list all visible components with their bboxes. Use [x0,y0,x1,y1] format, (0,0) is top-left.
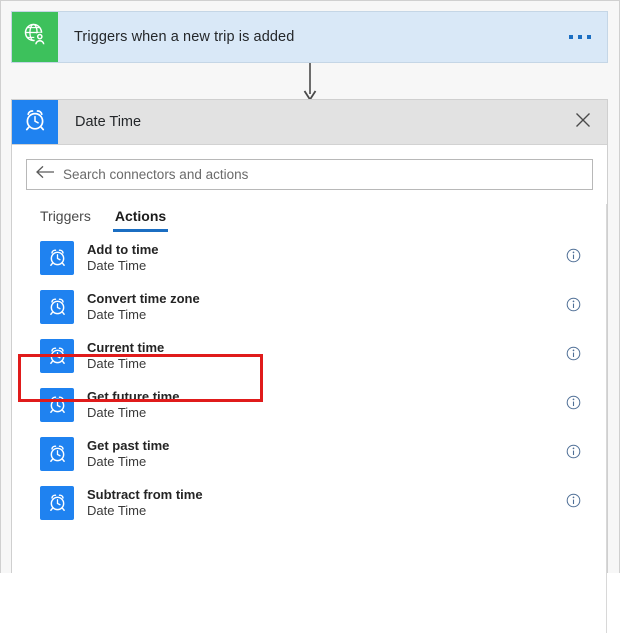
globe-person-icon [22,22,48,53]
list-item[interactable]: Get future time Date Time [12,380,607,429]
list-item-text: Subtract from time Date Time [74,487,553,518]
list-item-title: Add to time [87,242,159,257]
info-icon [566,395,581,415]
info-button[interactable] [553,444,593,464]
list-item-subtitle: Date Time [87,454,147,469]
designer-canvas: Triggers when a new trip is added Date T… [0,0,620,633]
alarm-clock-icon [22,107,48,138]
picker-header-icon-container [12,100,58,144]
ellipsis-dot [587,35,591,39]
tab-strip: Triggers Actions [26,190,593,233]
list-item-title: Current time [87,340,165,355]
list-item-subtitle: Date Time [87,307,147,322]
info-button[interactable] [553,346,593,366]
alarm-clock-icon [40,387,74,422]
list-item-subtitle: Date Time [87,503,147,518]
picker-body: Triggers Actions [12,159,607,633]
list-item-subtitle: Date Time [87,405,147,420]
tab-triggers[interactable]: Triggers [26,209,103,232]
info-icon [566,297,581,317]
info-icon [566,248,581,268]
frame-border-top [0,0,620,1]
list-item-text: Current time Date Time [74,340,553,371]
list-item-text: Get past time Date Time [74,438,553,469]
info-icon [566,493,581,513]
ellipsis-dot [569,35,573,39]
list-item-title: Subtract from time [87,487,203,502]
ellipsis-dot [578,35,582,39]
alarm-clock-icon [40,338,74,373]
action-list: Add to time Date Time Convert time zone … [12,233,607,527]
list-item-title: Convert time zone [87,291,200,306]
trigger-icon-container [12,12,58,62]
alarm-clock-icon [40,240,74,275]
info-button[interactable] [553,297,593,317]
list-item-text: Get future time Date Time [74,389,553,420]
picker-title: Date Time [75,114,142,130]
trigger-card[interactable]: Triggers when a new trip is added [11,11,608,63]
close-icon [575,112,591,133]
tab-actions[interactable]: Actions [103,209,178,232]
search-input[interactable] [63,160,592,189]
info-icon [566,346,581,366]
back-arrow-icon [35,165,55,184]
alarm-clock-icon [40,289,74,324]
list-item[interactable]: Convert time zone Date Time [12,282,607,331]
list-item-text: Add to time Date Time [74,242,553,273]
info-icon [566,444,581,464]
trigger-title: Triggers when a new trip is added [74,29,295,45]
list-item-title: Get past time [87,438,170,453]
info-button[interactable] [553,248,593,268]
list-item[interactable]: Add to time Date Time [12,233,607,282]
frame-border-left [0,0,1,573]
back-button[interactable] [27,165,63,184]
list-item-title: Get future time [87,389,180,404]
alarm-clock-icon [40,485,74,520]
info-button[interactable] [553,493,593,513]
info-button[interactable] [553,395,593,415]
list-item[interactable]: Subtract from time Date Time [12,478,607,527]
flow-connector [303,63,317,102]
list-item-text: Convert time zone Date Time [74,291,553,322]
trigger-more-menu-button[interactable] [553,12,607,62]
search-bar[interactable] [26,159,593,190]
close-button[interactable] [559,100,607,144]
list-item-subtitle: Date Time [87,258,147,273]
scroll-gutter[interactable] [606,204,607,633]
list-item[interactable]: Current time Date Time [12,331,607,380]
alarm-clock-icon [40,436,74,471]
list-item[interactable]: Get past time Date Time [12,429,607,478]
picker-header: Date Time [12,100,607,145]
connector-picker-panel: Date Time Search connectors and actions … [11,99,608,633]
list-item-subtitle: Date Time [87,356,147,371]
